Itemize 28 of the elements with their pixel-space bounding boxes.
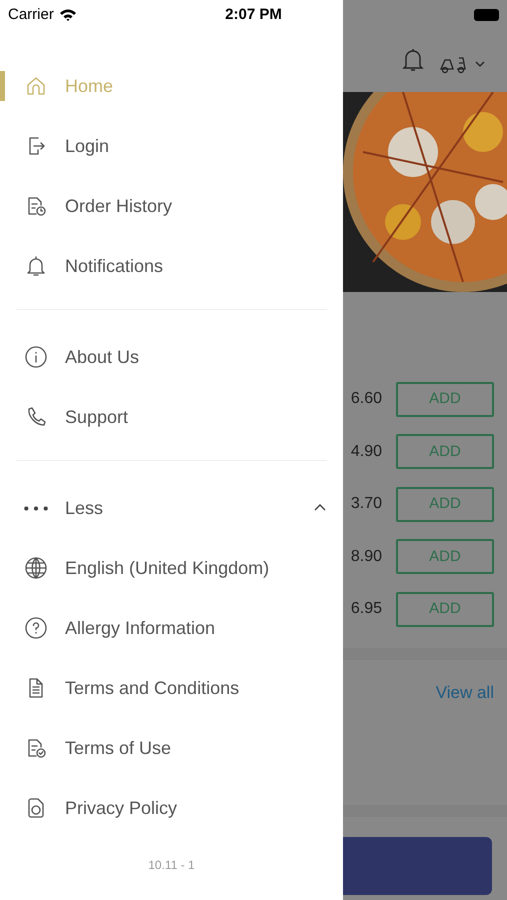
more-icon bbox=[24, 506, 48, 510]
wifi-icon bbox=[58, 8, 77, 22]
menu-item[interactable]: About Us bbox=[0, 327, 343, 387]
help-icon bbox=[24, 616, 48, 640]
menu-item[interactable]: Login bbox=[0, 116, 343, 176]
battery-icon bbox=[474, 9, 499, 21]
menu-item[interactable]: Privacy Policy bbox=[0, 778, 343, 838]
menu-item[interactable]: English (United Kingdom) bbox=[0, 538, 343, 598]
price-text: 4.90 bbox=[350, 442, 382, 462]
toggle-label: Less bbox=[65, 496, 104, 520]
menu-item[interactable]: Terms of Use bbox=[0, 718, 343, 778]
carrier-name: Carrier bbox=[8, 4, 54, 25]
less-toggle[interactable]: Less bbox=[0, 478, 343, 538]
globe-icon bbox=[24, 556, 48, 580]
info-icon bbox=[24, 345, 48, 369]
checkout-button[interactable] bbox=[343, 837, 492, 895]
menu-item[interactable]: Notifications bbox=[0, 236, 343, 296]
menu-item[interactable]: Order History bbox=[0, 176, 343, 236]
menu-item[interactable]: Terms and Conditions bbox=[0, 658, 343, 718]
status-time: 2:07 PM bbox=[225, 4, 282, 25]
price-text: 3.70 bbox=[350, 494, 382, 514]
menu-item[interactable]: Allergy Information bbox=[0, 598, 343, 658]
selection-indicator bbox=[0, 71, 5, 101]
price-text: 6.60 bbox=[350, 389, 382, 410]
price-text: 6.95 bbox=[350, 599, 382, 620]
price-text: 8.90 bbox=[350, 546, 382, 567]
version-text: 10.11 - 1 bbox=[147, 857, 196, 874]
menu-item[interactable]: Support bbox=[0, 387, 343, 447]
